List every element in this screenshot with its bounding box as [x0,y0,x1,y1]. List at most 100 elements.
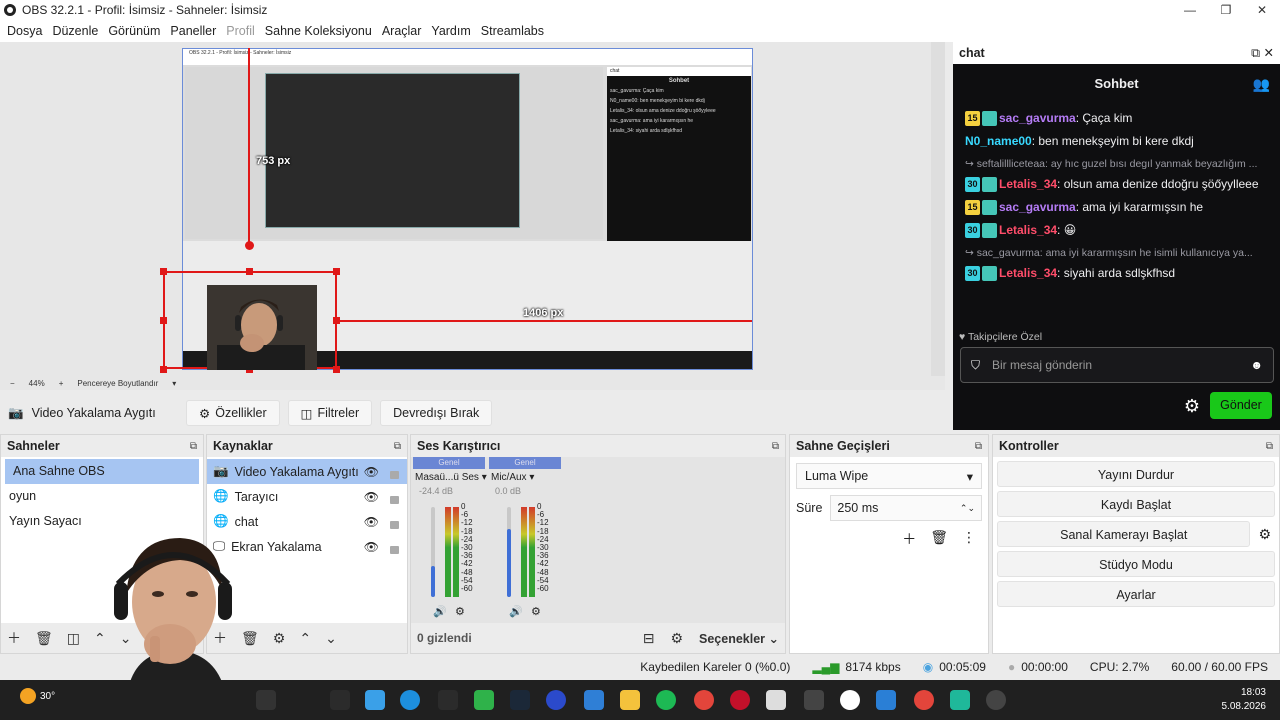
gear-icon[interactable]: ⚙ [455,605,465,618]
chat-username[interactable]: Letalis_34 [999,177,1057,191]
notepad-icon[interactable] [766,690,786,710]
undock-icon[interactable]: ⧉ [975,441,982,452]
gear-icon[interactable]: ⚙ [670,630,683,647]
move-down-icon[interactable]: ⌄ [325,630,337,647]
trash-icon[interactable]: 🗑 [35,630,53,647]
scene-item[interactable]: Ana Sahne OBS [5,459,199,484]
options-dropdown[interactable]: Seçenekler ⌄ [699,631,779,646]
speaker-icon[interactable]: 🔊 [433,605,447,618]
minimize-button[interactable]: — [1172,0,1208,20]
gear-icon[interactable]: ⚙ [273,630,286,647]
filters-button[interactable]: ◫ Filtreler [287,400,373,426]
rotation-handle[interactable] [245,241,254,250]
channel-name[interactable]: Mic/Aux ▾ [489,469,561,486]
gear-icon[interactable]: ⚙ [531,605,541,618]
chat-username[interactable]: Letalis_34 [999,266,1057,280]
chat-username[interactable]: sac_gavurma [999,200,1076,214]
stop-stream-button[interactable]: Yayını Durdur [997,461,1275,487]
lock-icon[interactable] [390,471,399,479]
filter-icon[interactable]: ◫ [67,630,80,647]
search-icon[interactable] [256,690,276,710]
move-up-icon[interactable]: ⌃ [299,630,311,647]
lock-icon[interactable] [390,496,399,504]
more-options-icon[interactable]: ⋮ [962,529,976,549]
ea-icon[interactable] [546,690,566,710]
trash-icon[interactable]: 🗑 [930,529,948,549]
resize-handle[interactable] [333,268,340,275]
resize-handle[interactable] [160,317,167,324]
chatgpt-icon[interactable] [840,690,860,710]
app-icon[interactable] [474,690,494,710]
chrome-icon[interactable] [694,690,714,710]
deactivate-button[interactable]: Devredışı Bırak [380,400,493,426]
epic-games-icon[interactable] [438,690,458,710]
menu-edit[interactable]: Düzenle [47,24,103,38]
terminal-icon[interactable] [804,690,824,710]
start-recording-button[interactable]: Kaydı Başlat [997,491,1275,517]
chat-username[interactable]: N0_name00 [965,134,1032,148]
emoji-icon[interactable]: ☻ [1250,358,1263,372]
lock-icon[interactable] [390,521,399,529]
close-button[interactable]: ✕ [1244,0,1280,20]
app-icon[interactable] [950,690,970,710]
folder-icon[interactable] [620,690,640,710]
maximize-button[interactable]: ❐ [1208,0,1244,20]
zoom-out-button[interactable]: − [10,379,15,388]
eye-icon[interactable]: 👁 [364,515,379,529]
undock-icon[interactable]: ⧉ [190,441,197,452]
menu-streamlabs[interactable]: Streamlabs [476,24,549,38]
source-item[interactable]: 📷 Video Yakalama Aygıtı 👁 [207,459,407,484]
weather-widget[interactable]: 30° [20,688,55,704]
add-scene-icon[interactable]: ＋ [7,628,21,648]
spotify-icon[interactable] [656,690,676,710]
chevron-down-icon[interactable]: ▾ [172,379,176,388]
speaker-icon[interactable]: 🔊 [509,605,523,618]
menu-scene-collection[interactable]: Sahne Koleksiyonu [260,24,377,38]
source-item[interactable]: 🌐 chat 👁 [207,509,407,534]
fit-window-dropdown[interactable]: Pencereye Boyutlandır [77,379,158,388]
add-transition-icon[interactable]: ＋ [902,529,916,549]
steam-icon[interactable] [510,690,530,710]
properties-button[interactable]: ⚙ Özellikler [186,400,280,426]
resize-handle[interactable] [160,268,167,275]
send-button[interactable]: Gönder [1210,392,1272,419]
lock-icon[interactable] [390,546,399,554]
menu-file[interactable]: Dosya [2,24,47,38]
move-up-icon[interactable]: ⌃ [94,630,106,647]
edge-icon[interactable] [400,690,420,710]
channel-name[interactable]: Masaü...ü Ses ▾ [413,469,487,486]
settings-button[interactable]: Ayarlar [997,581,1275,607]
resize-handle[interactable] [246,268,253,275]
spinner-icon[interactable]: ⌃⌄ [960,503,975,514]
preview-scrollbar[interactable] [931,42,945,376]
scene-item[interactable]: oyun [1,484,203,509]
scene-item[interactable]: Yayın Sayacı [1,509,203,534]
source-item[interactable]: 🌐 Tarayıcı 👁 [207,484,407,509]
chat-username[interactable]: sac_gavurma [999,111,1076,125]
start-virtual-cam-button[interactable]: Sanal Kamerayı Başlat [997,521,1251,547]
undock-icon[interactable]: ⧉ [1266,441,1273,452]
gear-icon[interactable]: ⚙ [1258,526,1271,543]
undock-icon[interactable]: ⧉ [772,441,779,452]
eye-icon[interactable]: 👁 [364,465,379,479]
eye-icon[interactable]: 👁 [364,490,379,504]
transition-select[interactable]: Luma Wipe ▾ [796,463,982,489]
epic-games-icon[interactable] [330,690,350,710]
menu-docks[interactable]: Paneller [165,24,221,38]
app-icon[interactable] [584,690,604,710]
app-icon[interactable] [365,690,385,710]
chrome-icon[interactable] [914,690,934,710]
trash-icon[interactable]: 🗑 [241,630,259,647]
zoom-in-button[interactable]: + [59,379,64,388]
app-icon[interactable] [730,690,750,710]
obs-icon[interactable] [986,690,1006,710]
studio-mode-button[interactable]: Stüdyo Modu [997,551,1275,577]
layout-icon[interactable]: ⊟ [643,630,655,647]
menu-help[interactable]: Yardım [426,24,475,38]
eye-icon[interactable]: 👁 [364,540,379,554]
menu-profile[interactable]: Profil [221,24,259,38]
menu-view[interactable]: Görünüm [103,24,165,38]
undock-icon[interactable]: ⧉ ✕ [1251,45,1274,61]
undock-icon[interactable]: ⧉ [394,441,401,452]
resize-handle[interactable] [333,366,340,373]
